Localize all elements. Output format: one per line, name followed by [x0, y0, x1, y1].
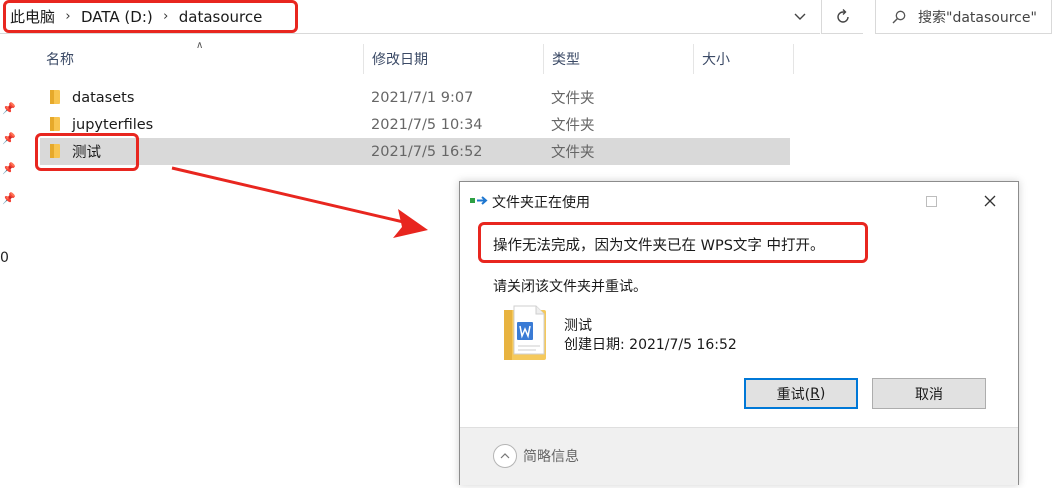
- retry-access-key: R: [810, 385, 820, 402]
- fewer-details-toggle[interactable]: 简略信息: [493, 444, 579, 468]
- dialog-file-created: 创建日期: 2021/7/5 16:52: [564, 337, 737, 353]
- dialog-title-bar[interactable]: 文件夹正在使用: [460, 182, 1018, 220]
- close-button[interactable]: [967, 182, 1013, 220]
- close-icon: [984, 195, 996, 207]
- chevron-up-icon: [493, 444, 517, 468]
- retry-label-close: ): [819, 385, 826, 402]
- dialog-footer: 简略信息: [460, 427, 1018, 485]
- wps-document-folder-icon: [504, 305, 546, 360]
- dialog-file-name: 测试: [564, 318, 592, 334]
- retry-label: 重试(: [776, 386, 811, 403]
- cancel-button[interactable]: 取消: [872, 378, 986, 409]
- file-move-icon: [470, 196, 488, 205]
- maximize-icon: [925, 195, 937, 207]
- maximize-button[interactable]: [908, 182, 954, 220]
- highlight-message: [478, 222, 868, 263]
- dialog-instruction: 请关闭该文件夹并重试。: [493, 279, 647, 295]
- dialog-title: 文件夹正在使用: [492, 195, 590, 211]
- fewer-details-label: 简略信息: [523, 449, 579, 465]
- retry-button[interactable]: 重试(R): [744, 378, 858, 409]
